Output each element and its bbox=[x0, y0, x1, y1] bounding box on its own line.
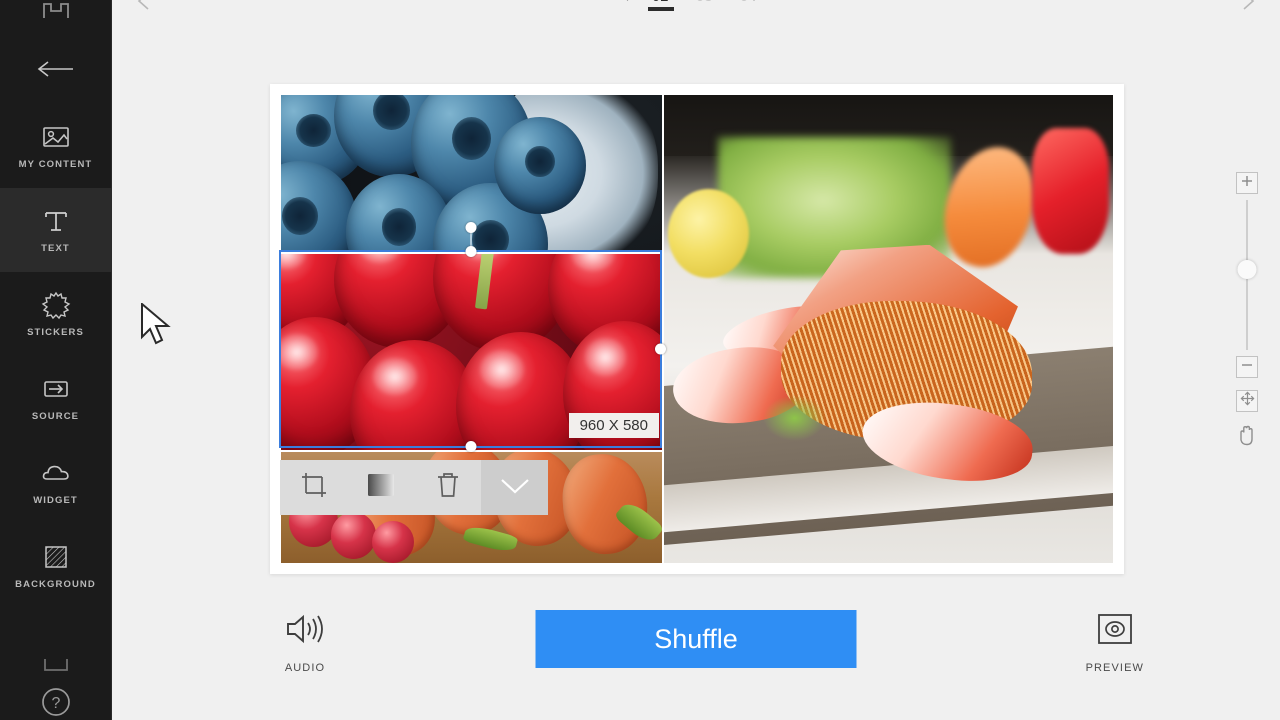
preview-button[interactable]: PREVIEW bbox=[1086, 612, 1144, 674]
question-mark-icon[interactable]: ? bbox=[0, 684, 112, 720]
pan-tool-button[interactable] bbox=[1236, 424, 1258, 453]
partial-tool-icon[interactable] bbox=[0, 656, 112, 684]
fit-to-screen-button[interactable] bbox=[1236, 390, 1258, 412]
crop-button[interactable] bbox=[280, 460, 347, 515]
caret-down-icon[interactable] bbox=[622, 0, 633, 7]
eye-icon bbox=[1096, 612, 1134, 651]
sidebar-item-label: SOURCE bbox=[31, 411, 80, 422]
cherries-photo[interactable] bbox=[281, 254, 662, 450]
sidebar-item-label: MY CONTENT bbox=[18, 159, 93, 170]
page-tab-04[interactable]: 04 bbox=[727, 0, 771, 11]
sidebar-item-my-content[interactable]: MY CONTENT bbox=[0, 104, 112, 188]
source-import-icon bbox=[41, 374, 71, 404]
crop-icon bbox=[300, 471, 328, 504]
home-icon[interactable] bbox=[0, 0, 112, 34]
sticker-burst-icon bbox=[41, 290, 71, 320]
sidebar-item-source[interactable]: SOURCE bbox=[0, 356, 112, 440]
check-icon bbox=[498, 473, 532, 502]
hatched-square-icon bbox=[41, 542, 71, 572]
image-edit-toolbar bbox=[280, 460, 548, 515]
sidebar-item-background[interactable]: BACKGROUND bbox=[0, 524, 112, 608]
filter-button[interactable] bbox=[347, 460, 414, 515]
minus-icon bbox=[1240, 358, 1254, 377]
zoom-controls bbox=[1230, 172, 1264, 453]
hand-icon bbox=[1236, 425, 1258, 452]
page-selector: 02 03 04 bbox=[112, 0, 1280, 11]
zoom-slider[interactable] bbox=[1236, 200, 1258, 350]
sidebar-item-text[interactable]: TEXT bbox=[0, 188, 112, 272]
zoom-out-button[interactable] bbox=[1236, 356, 1258, 378]
preview-label: PREVIEW bbox=[1085, 662, 1144, 674]
image-icon bbox=[41, 122, 71, 152]
audio-label: AUDIO bbox=[284, 662, 326, 674]
blueberries-photo[interactable] bbox=[281, 95, 662, 252]
cloud-icon bbox=[41, 458, 71, 488]
sidebar-item-widget[interactable]: WIDGET bbox=[0, 440, 112, 524]
delete-button[interactable] bbox=[414, 460, 481, 515]
top-navigation: 02 03 04 bbox=[112, 0, 1280, 26]
plus-icon bbox=[1240, 174, 1254, 193]
sidebar-item-label: WIDGET bbox=[33, 495, 78, 506]
text-icon bbox=[41, 206, 71, 236]
zoom-slider-thumb[interactable] bbox=[1237, 260, 1257, 279]
gradient-square-icon bbox=[366, 472, 396, 503]
sidebar-bottom-group: ? bbox=[0, 656, 112, 720]
mouse-pointer-icon bbox=[140, 301, 174, 354]
back-arrow-icon[interactable] bbox=[0, 34, 112, 104]
zoom-in-button[interactable] bbox=[1236, 172, 1258, 194]
page-tab-02[interactable]: 02 bbox=[639, 0, 683, 11]
page-tab-03[interactable]: 03 bbox=[683, 0, 727, 11]
audio-button[interactable]: AUDIO bbox=[284, 612, 326, 674]
confirm-button[interactable] bbox=[481, 460, 548, 515]
crab-pasta-photo[interactable] bbox=[664, 95, 1113, 563]
sidebar-item-label: STICKERS bbox=[27, 327, 84, 338]
sidebar-item-label: BACKGROUND bbox=[15, 579, 96, 590]
svg-text:?: ? bbox=[52, 695, 61, 712]
trash-icon bbox=[435, 471, 461, 504]
speaker-icon bbox=[284, 612, 326, 651]
sidebar-item-label: TEXT bbox=[41, 243, 70, 254]
sidebar-item-stickers[interactable]: STICKERS bbox=[0, 272, 112, 356]
fit-to-screen-icon bbox=[1240, 391, 1255, 411]
shuffle-button[interactable]: Shuffle bbox=[535, 610, 857, 668]
bottom-bar: AUDIO Shuffle PREVIEW bbox=[112, 594, 1280, 720]
left-sidebar: MY CONTENT TEXT STICKERS SOURCE WIDGET B… bbox=[0, 0, 112, 720]
